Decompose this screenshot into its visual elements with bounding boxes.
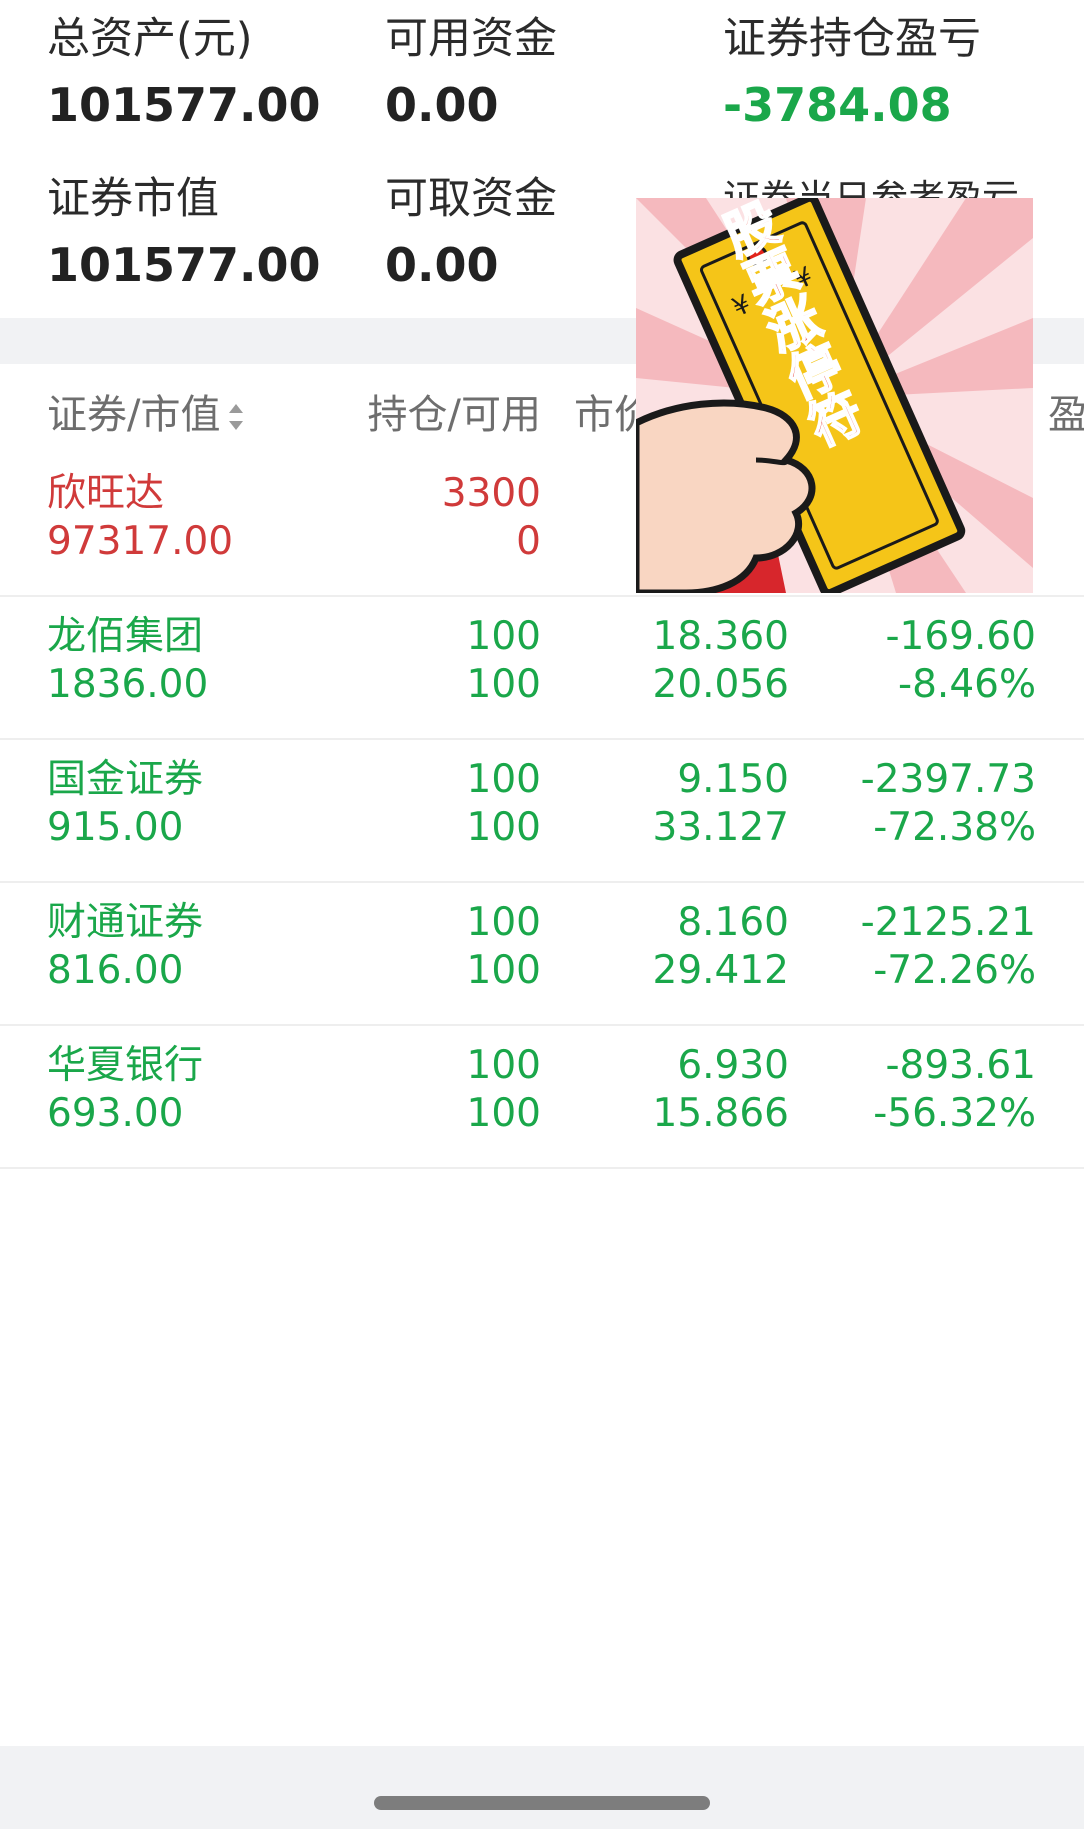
profit-loss-percent: -72.26% — [873, 948, 1036, 993]
security-market-value: 97317.00 — [47, 519, 234, 564]
security-name: 欣旺达 — [47, 471, 165, 516]
cost-price: 20.056 — [652, 662, 789, 707]
profit-loss-percent: -72.38% — [873, 805, 1036, 850]
total-assets-value: 101577.00 — [47, 78, 321, 132]
profit-loss: -169.60 — [885, 614, 1036, 659]
security-market-value: 816.00 — [47, 948, 184, 993]
available-quantity: 100 — [466, 662, 541, 707]
table-row[interactable]: 财通证券 816.00 100 100 8.160 29.412 -2125.2… — [0, 881, 1084, 1026]
available-funds-value: 0.00 — [385, 78, 499, 132]
available-quantity: 100 — [466, 1091, 541, 1136]
cost-price: 33.127 — [652, 805, 789, 850]
holding-pl-label: 证券持仓盈亏 — [723, 14, 981, 64]
header-pl-partial[interactable]: 盈 — [1048, 382, 1084, 440]
available-quantity: 100 — [466, 948, 541, 993]
talisman-sticker-image: ¥ ¥ 股票涨停符 — [636, 198, 1033, 593]
profit-loss: -2125.21 — [860, 900, 1036, 945]
holding-quantity: 100 — [466, 614, 541, 659]
home-indicator[interactable] — [374, 1796, 710, 1810]
current-price: 9.150 — [677, 757, 789, 802]
withdrawable-funds-label: 可取资金 — [385, 174, 557, 224]
security-market-value: 693.00 — [47, 1091, 184, 1136]
header-security-label: 证券/市值 — [47, 392, 221, 438]
available-quantity: 0 — [516, 519, 541, 564]
holding-quantity: 3300 — [441, 471, 541, 516]
holding-quantity: 100 — [466, 900, 541, 945]
profit-loss: -2397.73 — [860, 757, 1036, 802]
profit-loss-percent: -8.46% — [898, 662, 1036, 707]
bottom-bar — [0, 1746, 1084, 1829]
total-assets-label: 总资产(元) — [47, 14, 253, 64]
available-quantity: 100 — [466, 805, 541, 850]
security-market-value: 915.00 — [47, 805, 184, 850]
holding-quantity: 100 — [466, 757, 541, 802]
limit-up-talisman-sticker: ¥ ¥ 股票涨停符 — [636, 198, 1033, 593]
security-name: 国金证券 — [47, 757, 204, 802]
market-value-value: 101577.00 — [47, 238, 321, 292]
withdrawable-funds-value: 0.00 — [385, 238, 499, 292]
sort-icon[interactable] — [228, 402, 244, 432]
security-name: 财通证券 — [47, 900, 204, 945]
current-price: 8.160 — [677, 900, 789, 945]
header-position-available[interactable]: 持仓/可用 — [368, 382, 541, 440]
holding-quantity: 100 — [466, 1043, 541, 1088]
profit-loss: -893.61 — [885, 1043, 1036, 1088]
cost-price: 15.866 — [652, 1091, 789, 1136]
table-row[interactable]: 华夏银行 693.00 100 100 6.930 15.866 -893.61… — [0, 1024, 1084, 1169]
current-price: 6.930 — [677, 1043, 789, 1088]
cost-price: 29.412 — [652, 948, 789, 993]
table-row[interactable]: 国金证券 915.00 100 100 9.150 33.127 -2397.7… — [0, 738, 1084, 883]
security-market-value: 1836.00 — [47, 662, 209, 707]
current-price: 18.360 — [652, 614, 789, 659]
available-funds-label: 可用资金 — [385, 14, 557, 64]
profit-loss-percent: -56.32% — [873, 1091, 1036, 1136]
table-row[interactable]: 龙佰集团 1836.00 100 100 18.360 20.056 -169.… — [0, 595, 1084, 740]
security-name: 龙佰集团 — [47, 614, 204, 659]
holding-pl-value: -3784.08 — [723, 78, 952, 132]
header-security-market-value[interactable]: 证券/市值 — [47, 382, 244, 440]
holdings-page: 总资产(元) 101577.00 可用资金 0.00 证券持仓盈亏 -3784.… — [0, 0, 1084, 1829]
security-name: 华夏银行 — [47, 1043, 204, 1088]
market-value-label: 证券市值 — [47, 174, 219, 224]
